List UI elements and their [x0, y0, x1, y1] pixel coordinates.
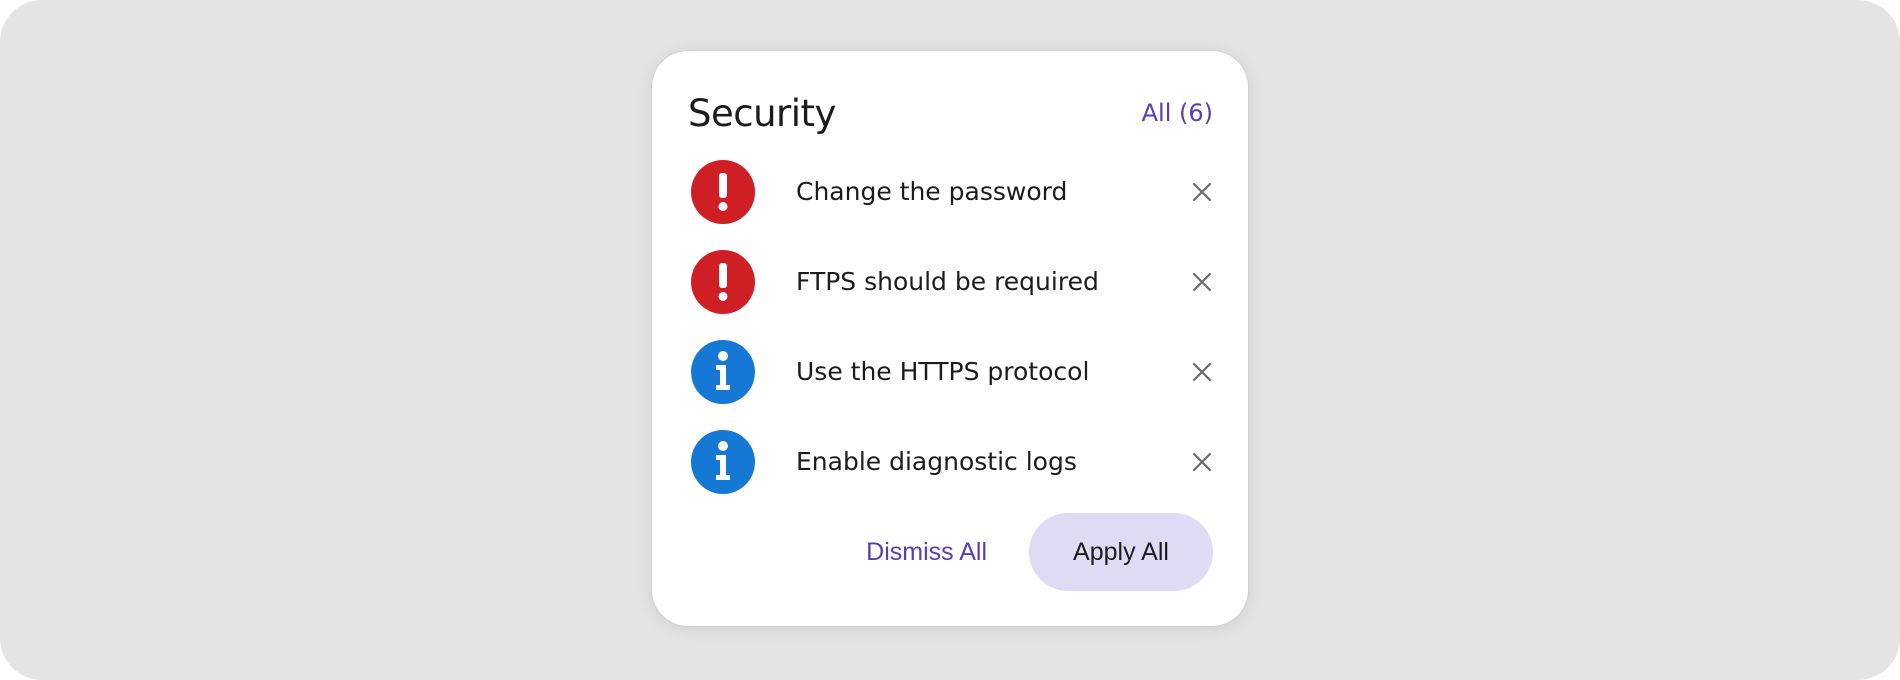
info-icon: [691, 340, 755, 404]
exclamation-icon: [691, 250, 755, 314]
close-icon[interactable]: [1188, 268, 1216, 296]
recommendation-item-https[interactable]: Use the HTTPS protocol: [652, 332, 1248, 412]
recommendation-item-change-password[interactable]: Change the password: [652, 152, 1248, 232]
recommendation-item-diagnostic-logs[interactable]: Enable diagnostic logs: [652, 422, 1248, 502]
close-icon[interactable]: [1188, 448, 1216, 476]
background: Security All (6) Change the password FTP…: [0, 0, 1900, 680]
panel-footer: Dismiss All Apply All: [866, 513, 1213, 591]
panel-header: Security All (6): [688, 87, 1213, 139]
dismiss-all-button[interactable]: Dismiss All: [866, 538, 987, 567]
recommendation-label: Use the HTTPS protocol: [796, 357, 1090, 386]
apply-all-button[interactable]: Apply All: [1029, 513, 1213, 591]
security-panel: Security All (6) Change the password FTP…: [652, 51, 1248, 626]
panel-title: Security: [688, 91, 836, 135]
info-icon: [691, 430, 755, 494]
recommendation-label: Change the password: [796, 177, 1068, 206]
exclamation-icon: [691, 160, 755, 224]
recommendation-label: FTPS should be required: [796, 267, 1099, 296]
recommendation-label: Enable diagnostic logs: [796, 447, 1077, 476]
close-icon[interactable]: [1188, 358, 1216, 386]
close-icon[interactable]: [1188, 178, 1216, 206]
recommendation-item-ftps[interactable]: FTPS should be required: [652, 242, 1248, 322]
view-all-link[interactable]: All (6): [1142, 99, 1213, 127]
